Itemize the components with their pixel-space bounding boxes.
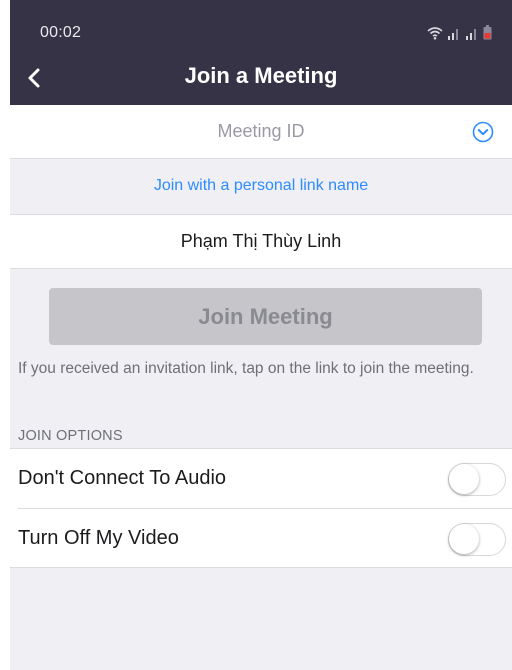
- option-label: Turn Off My Video: [18, 527, 179, 549]
- meeting-id-input[interactable]: [10, 105, 512, 158]
- status-time: 00:02: [40, 24, 82, 41]
- page-title: Join a Meeting: [184, 63, 338, 88]
- meeting-id-history-button[interactable]: [472, 121, 494, 143]
- option-dont-connect-audio: Don't Connect To Audio: [10, 449, 512, 508]
- wifi-icon: [427, 27, 443, 40]
- dont-connect-audio-toggle[interactable]: [448, 463, 506, 496]
- join-meeting-button[interactable]: Join Meeting: [49, 288, 482, 345]
- meeting-id-row: [10, 105, 512, 159]
- toggle-knob: [449, 464, 479, 494]
- join-with-personal-link[interactable]: Join with a personal link name: [10, 177, 512, 195]
- toggle-knob: [449, 524, 479, 554]
- invitation-hint: If you received an invitation link, tap …: [18, 360, 474, 377]
- name-row: [10, 214, 512, 269]
- option-turn-off-video: Turn Off My Video: [18, 508, 512, 567]
- personal-link-section: Join with a personal link name: [10, 160, 512, 214]
- option-label: Don't Connect To Audio: [18, 467, 227, 489]
- chevron-down-circle-icon: [472, 121, 494, 143]
- signal-icon: [466, 29, 476, 40]
- signal-icon: [448, 29, 458, 40]
- battery-icon: [483, 25, 492, 40]
- join-options-list: Don't Connect To Audio Turn Off My Video: [10, 448, 512, 568]
- display-name-input[interactable]: [10, 215, 512, 268]
- status-icons: [427, 22, 492, 40]
- top-bar: 00:02 Join a Meeting: [10, 0, 512, 105]
- turn-off-video-toggle[interactable]: [448, 523, 506, 556]
- join-options-heading: JOIN OPTIONS: [18, 428, 123, 444]
- join-meeting-screen: 00:02 Join a Meeting Meeting ID Join wit…: [10, 0, 512, 670]
